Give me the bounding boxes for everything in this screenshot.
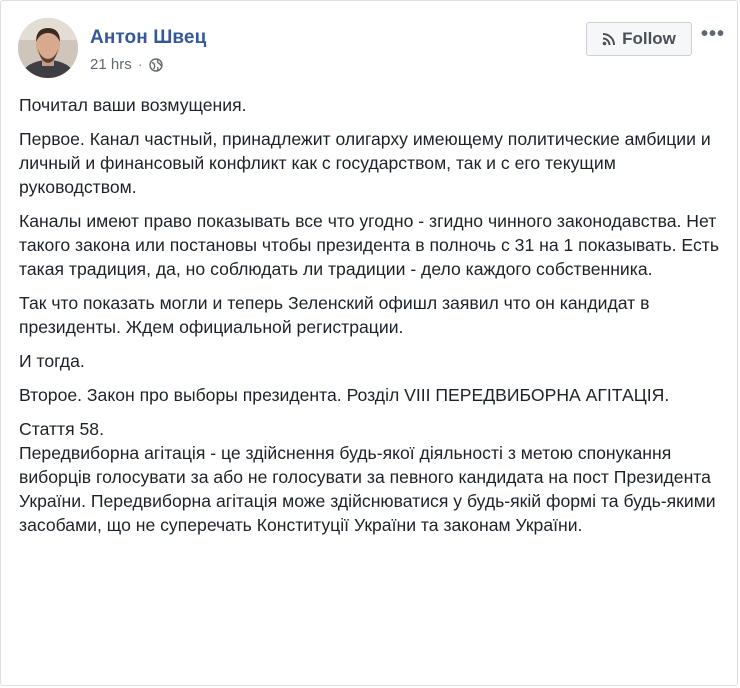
author-name[interactable]: Антон Швец — [90, 27, 206, 49]
post-paragraph: И тогда. — [19, 351, 85, 371]
post-paragraph: Второе. Закон про выборы президента. Роз… — [19, 385, 670, 405]
post-paragraph: Первое. Канал частный, принадлежит олига… — [19, 129, 711, 197]
follow-label: Follow — [622, 29, 676, 48]
more-options-icon[interactable]: ••• — [701, 23, 725, 46]
follow-button[interactable]: Follow — [586, 22, 692, 56]
facebook-post: Антон Швец 21 hrs · Follow ••• Почитал в… — [0, 0, 738, 686]
article-title: Стаття 58. — [19, 419, 104, 439]
timestamp[interactable]: 21 hrs — [90, 56, 132, 73]
profile-photo — [18, 18, 78, 78]
post-meta: 21 hrs · — [90, 56, 163, 73]
post-paragraph: Каналы имеют право показывать все что уг… — [19, 211, 719, 279]
meta-separator: · — [137, 56, 143, 73]
globe-icon[interactable] — [149, 57, 163, 72]
post-paragraph: Так что показать могли и теперь Зеленски… — [19, 293, 650, 337]
article-text: Передвиборна агітація - це здійснення бу… — [19, 443, 716, 535]
post-paragraph: Почитал ваши возмущения. — [19, 95, 247, 115]
rss-icon — [602, 33, 616, 46]
avatar[interactable] — [18, 18, 78, 78]
post-body: Почитал ваши возмущения. Первое. Канал ч… — [19, 93, 719, 537]
